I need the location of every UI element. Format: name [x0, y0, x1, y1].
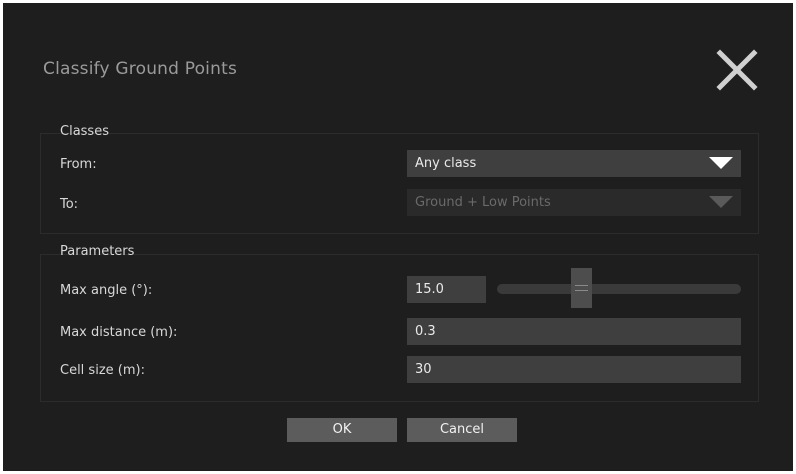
to-class-dropdown: Ground + Low Points	[407, 189, 741, 216]
cell-size-label: Cell size (m):	[60, 363, 145, 378]
max-distance-input[interactable]: 0.3	[407, 318, 741, 345]
classes-group	[40, 133, 759, 234]
cell-size-input[interactable]: 30	[407, 356, 741, 383]
from-label: From:	[60, 157, 97, 172]
cancel-button[interactable]: Cancel	[407, 418, 517, 442]
slider-grip-line	[575, 290, 588, 291]
max-angle-input[interactable]: 15.0	[407, 276, 486, 303]
chevron-down-icon	[709, 196, 733, 208]
dialog-title: Classify Ground Points	[43, 59, 237, 79]
ok-button[interactable]: OK	[287, 418, 397, 442]
to-class-value: Ground + Low Points	[415, 195, 551, 210]
slider-grip-line	[575, 285, 588, 286]
from-class-value: Any class	[415, 156, 477, 171]
max-angle-slider-thumb[interactable]	[571, 268, 592, 308]
chevron-down-icon	[709, 157, 733, 169]
max-angle-label: Max angle (°):	[60, 283, 153, 298]
to-label: To:	[60, 197, 79, 212]
max-distance-label: Max distance (m):	[60, 325, 178, 340]
parameters-legend: Parameters	[60, 244, 135, 259]
max-angle-slider-track[interactable]	[497, 284, 741, 294]
from-class-dropdown[interactable]: Any class	[407, 150, 741, 177]
close-icon[interactable]	[714, 47, 760, 93]
classes-legend: Classes	[60, 124, 109, 139]
